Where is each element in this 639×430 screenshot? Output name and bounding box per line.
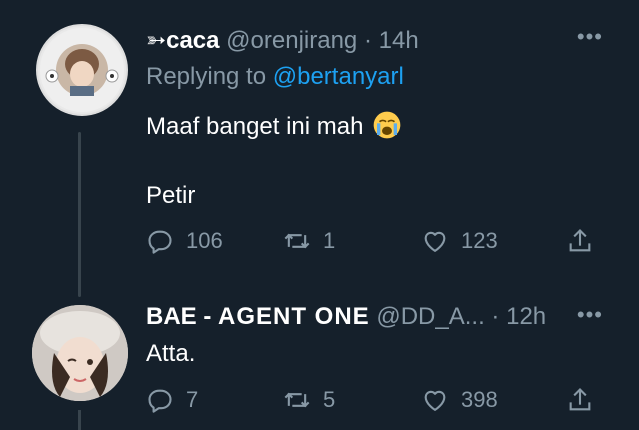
like-count: 398 bbox=[461, 387, 498, 412]
display-name-suffix: AGENT ONE bbox=[218, 303, 370, 330]
replying-prefix: Replying to bbox=[146, 63, 267, 90]
share-icon bbox=[569, 229, 591, 252]
tweet-text: Atta. bbox=[146, 340, 196, 367]
reply-button[interactable]: 7 bbox=[146, 386, 198, 414]
reply-count: 7 bbox=[186, 387, 199, 412]
retweet-icon bbox=[284, 392, 310, 408]
display-name[interactable]: BAE - AGENT ONE bbox=[146, 303, 370, 330]
heart-icon bbox=[424, 390, 446, 411]
thread-line bbox=[78, 410, 81, 430]
retweet-count: 5 bbox=[323, 387, 336, 412]
more-options-icon[interactable]: ••• bbox=[577, 302, 603, 328]
replying-to-link[interactable]: @bertanyarl bbox=[273, 63, 404, 90]
avatar[interactable] bbox=[36, 24, 128, 116]
share-button[interactable] bbox=[566, 386, 594, 414]
tweet-actions: 7 5 398 bbox=[146, 386, 606, 420]
tweet-text: Maaf banget ini mah bbox=[146, 113, 364, 140]
tweet-text-line1: Maaf banget ini mah bbox=[146, 110, 402, 141]
handle[interactable]: @DD_A... bbox=[376, 303, 484, 330]
reply-icon bbox=[148, 389, 172, 413]
retweet-button[interactable]: 5 bbox=[283, 386, 335, 414]
timestamp[interactable]: 14h bbox=[379, 27, 419, 54]
like-count: 123 bbox=[461, 228, 498, 253]
separator: · bbox=[363, 27, 372, 54]
share-icon bbox=[569, 388, 591, 411]
reply-button[interactable]: 106 bbox=[146, 227, 223, 255]
avatar[interactable] bbox=[32, 305, 128, 401]
share-button[interactable] bbox=[566, 227, 594, 255]
tweet-actions: 106 1 123 bbox=[146, 227, 606, 261]
thread-line bbox=[78, 132, 81, 297]
like-button[interactable]: 123 bbox=[421, 227, 498, 255]
retweet-button[interactable]: 1 bbox=[283, 227, 335, 255]
avatar-image bbox=[40, 28, 124, 112]
tweet-caca[interactable]: ➳caca @orenjirang · 14h ••• Replying to … bbox=[0, 0, 639, 297]
handle[interactable]: @orenjirang bbox=[226, 27, 357, 54]
tweet-header: BAE - AGENT ONE @DD_A... · 12h bbox=[146, 303, 546, 331]
reply-count: 106 bbox=[186, 228, 223, 253]
like-button[interactable]: 398 bbox=[421, 386, 498, 414]
more-options-icon[interactable]: ••• bbox=[577, 24, 603, 50]
tweet-text-line2: Petir bbox=[146, 182, 196, 209]
timestamp[interactable]: 12h bbox=[506, 303, 546, 330]
heart-icon bbox=[424, 231, 446, 252]
loudly-crying-face-icon bbox=[373, 111, 401, 139]
retweet-count: 1 bbox=[323, 228, 336, 253]
display-name[interactable]: ➳caca bbox=[146, 27, 220, 54]
reply-icon bbox=[148, 230, 172, 254]
display-name-main: BAE - bbox=[146, 303, 218, 330]
retweet-icon bbox=[284, 233, 310, 249]
avatar-image bbox=[32, 305, 128, 401]
tweet-header: ➳caca @orenjirang · 14h bbox=[146, 26, 419, 55]
replying-to: Replying to @bertanyarl bbox=[146, 63, 404, 91]
separator: · bbox=[491, 303, 500, 330]
